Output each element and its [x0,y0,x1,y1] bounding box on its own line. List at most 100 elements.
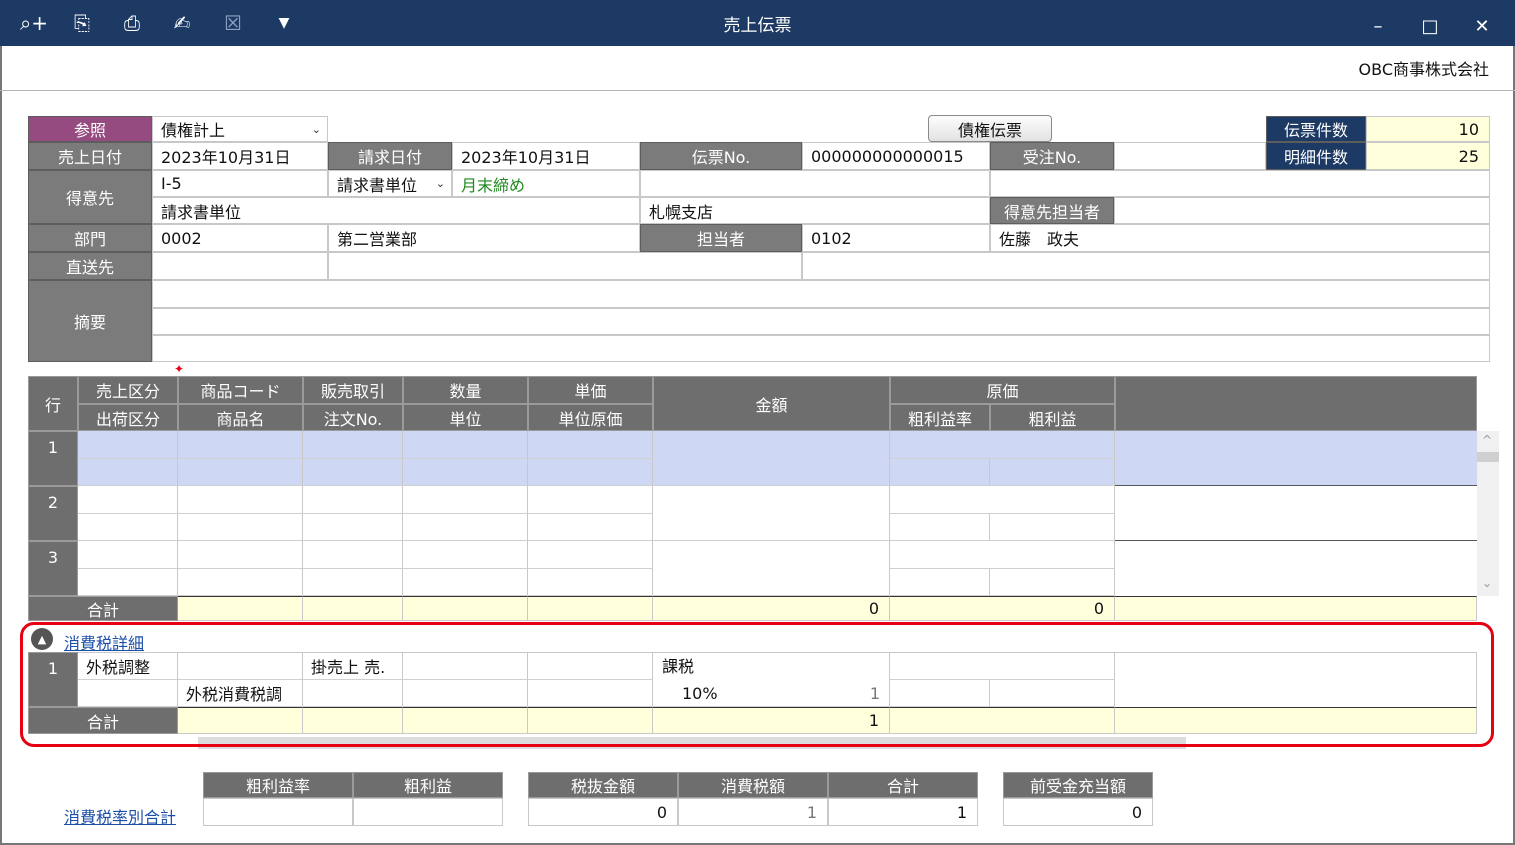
slip-no-field[interactable]: 000000000000015 [802,142,990,170]
branch-name: 札幌支店 [640,197,990,224]
minimize-button[interactable]: – [1358,8,1398,40]
detail-count-label: 明細件数 [1266,142,1366,170]
sum-net-label: 税抜金額 [528,772,678,798]
grid-cell [890,569,990,596]
col-row: 行 [28,376,78,431]
company-name: OBC商事株式会社 [1358,60,1489,79]
grid-cell [403,514,528,541]
col-margin-rate: 粗利益率 [890,404,990,431]
grid-cell [890,514,990,541]
direct-code-field[interactable] [152,252,328,280]
sum-tax-label: 消費税額 [678,772,828,798]
row-number: 2 [28,486,78,541]
sum-advance: 0 [1003,798,1153,826]
scroll-thumb[interactable] [1477,452,1499,462]
grid-cell [78,541,178,569]
sum-net: 0 [528,798,678,826]
grid-cell [303,569,403,596]
invoice-unit-select[interactable]: 請求書単位 ⌄ [328,170,452,197]
sum-margin-rate [203,798,353,826]
divider [0,90,1515,91]
customer-extra [640,170,990,197]
detail-count: 25 [1366,142,1490,170]
direct-name-field[interactable] [328,252,802,280]
close-button[interactable]: ✕ [1462,8,1502,40]
staff-label: 担当者 [640,224,802,252]
ref-select[interactable]: 債権計上 ⌄ [152,116,328,142]
col-cost: 原価 [890,376,1115,404]
grid-cell [303,514,403,541]
grid-cell [178,459,303,486]
ref-value: 債権計上 [161,121,226,140]
grid-cell [178,431,303,459]
grid-cell [890,431,1115,459]
dept-code-field[interactable]: 0002 [152,224,328,252]
grid-cell [178,514,303,541]
order-no-label: 受注No. [990,142,1114,170]
grid-cell [528,486,653,514]
grid-cell [78,569,178,596]
total-cell [528,596,653,621]
excel-icon[interactable]: ☒ [217,8,249,38]
grid-cell [403,541,528,569]
col-sales-type: 売上区分 [78,376,178,404]
grid-cell [303,459,403,486]
zoom-in-icon[interactable]: ⌕+ [12,8,56,38]
staff-code-field[interactable]: 0102 [802,224,990,252]
customer-person-label: 得意先担当者 [990,197,1114,224]
grid-cell [990,459,1115,486]
grid-total-amount: 0 [653,596,890,621]
chevron-down-icon: ⌄ [311,122,321,136]
grid-cell [528,541,653,569]
pin-marker: ✦ [174,362,185,376]
summary-line-3[interactable] [152,335,1490,362]
grid-cell [653,431,890,486]
billing-date-field[interactable]: 2023年10月31日 [452,142,640,170]
sales-date-field[interactable]: 2023年10月31日 [152,142,328,170]
print-icon[interactable]: ⎙ [116,8,148,38]
direct-label: 直送先 [28,252,152,280]
preview-icon[interactable]: ⎘ [66,8,98,38]
row-number: 3 [28,541,78,596]
highlight-box [20,622,1494,747]
sum-advance-label: 前受金充当額 [1003,772,1153,798]
customer-extra-2 [990,170,1490,197]
pdf-sign-icon[interactable]: ✍ [166,8,198,38]
customer-person-field[interactable] [1114,197,1490,224]
col-trade: 販売取引 [303,376,403,404]
sum-total: 1 [828,798,978,826]
grid-cell [403,569,528,596]
summary-label: 摘要 [28,280,152,362]
grid-cell [78,486,178,514]
maximize-button[interactable]: □ [1410,8,1450,40]
credit-slip-button[interactable]: 債権伝票 [928,115,1052,142]
summary-line-1[interactable] [152,280,1490,308]
sum-margin [353,798,503,826]
summary-line-2[interactable] [152,308,1490,335]
col-margin: 粗利益 [990,404,1115,431]
grid-cell [403,486,528,514]
grid-cell [890,486,1115,514]
total-cell [403,596,528,621]
scroll-down-icon[interactable]: ⌄ [1482,576,1492,590]
grid-cell [653,541,890,596]
sales-date-label: 売上日付 [28,142,152,170]
grid-cell [990,569,1115,596]
ref-label: 参照 [28,116,152,142]
grid-cell [890,459,990,486]
grid-cell [303,541,403,569]
order-no-field[interactable] [1114,142,1266,170]
scroll-up-icon[interactable]: ^ [1482,433,1492,447]
invoice-unit-value: 請求書単位 [337,175,418,195]
dropdown-icon[interactable]: ▼ [268,8,300,38]
tax-rate-total-link[interactable]: 消費税率別合計 [64,804,176,828]
col-item-code: 商品コード [178,376,303,404]
col-order-no: 注文No. [303,404,403,431]
grid-cell [303,486,403,514]
grid-cell [178,486,303,514]
grid-cell [403,459,528,486]
customer-code-field[interactable]: I-5 [152,170,328,197]
sum-tax: 1 [678,798,828,826]
customer-name: 請求書単位 [152,197,640,224]
total-cell [303,596,403,621]
